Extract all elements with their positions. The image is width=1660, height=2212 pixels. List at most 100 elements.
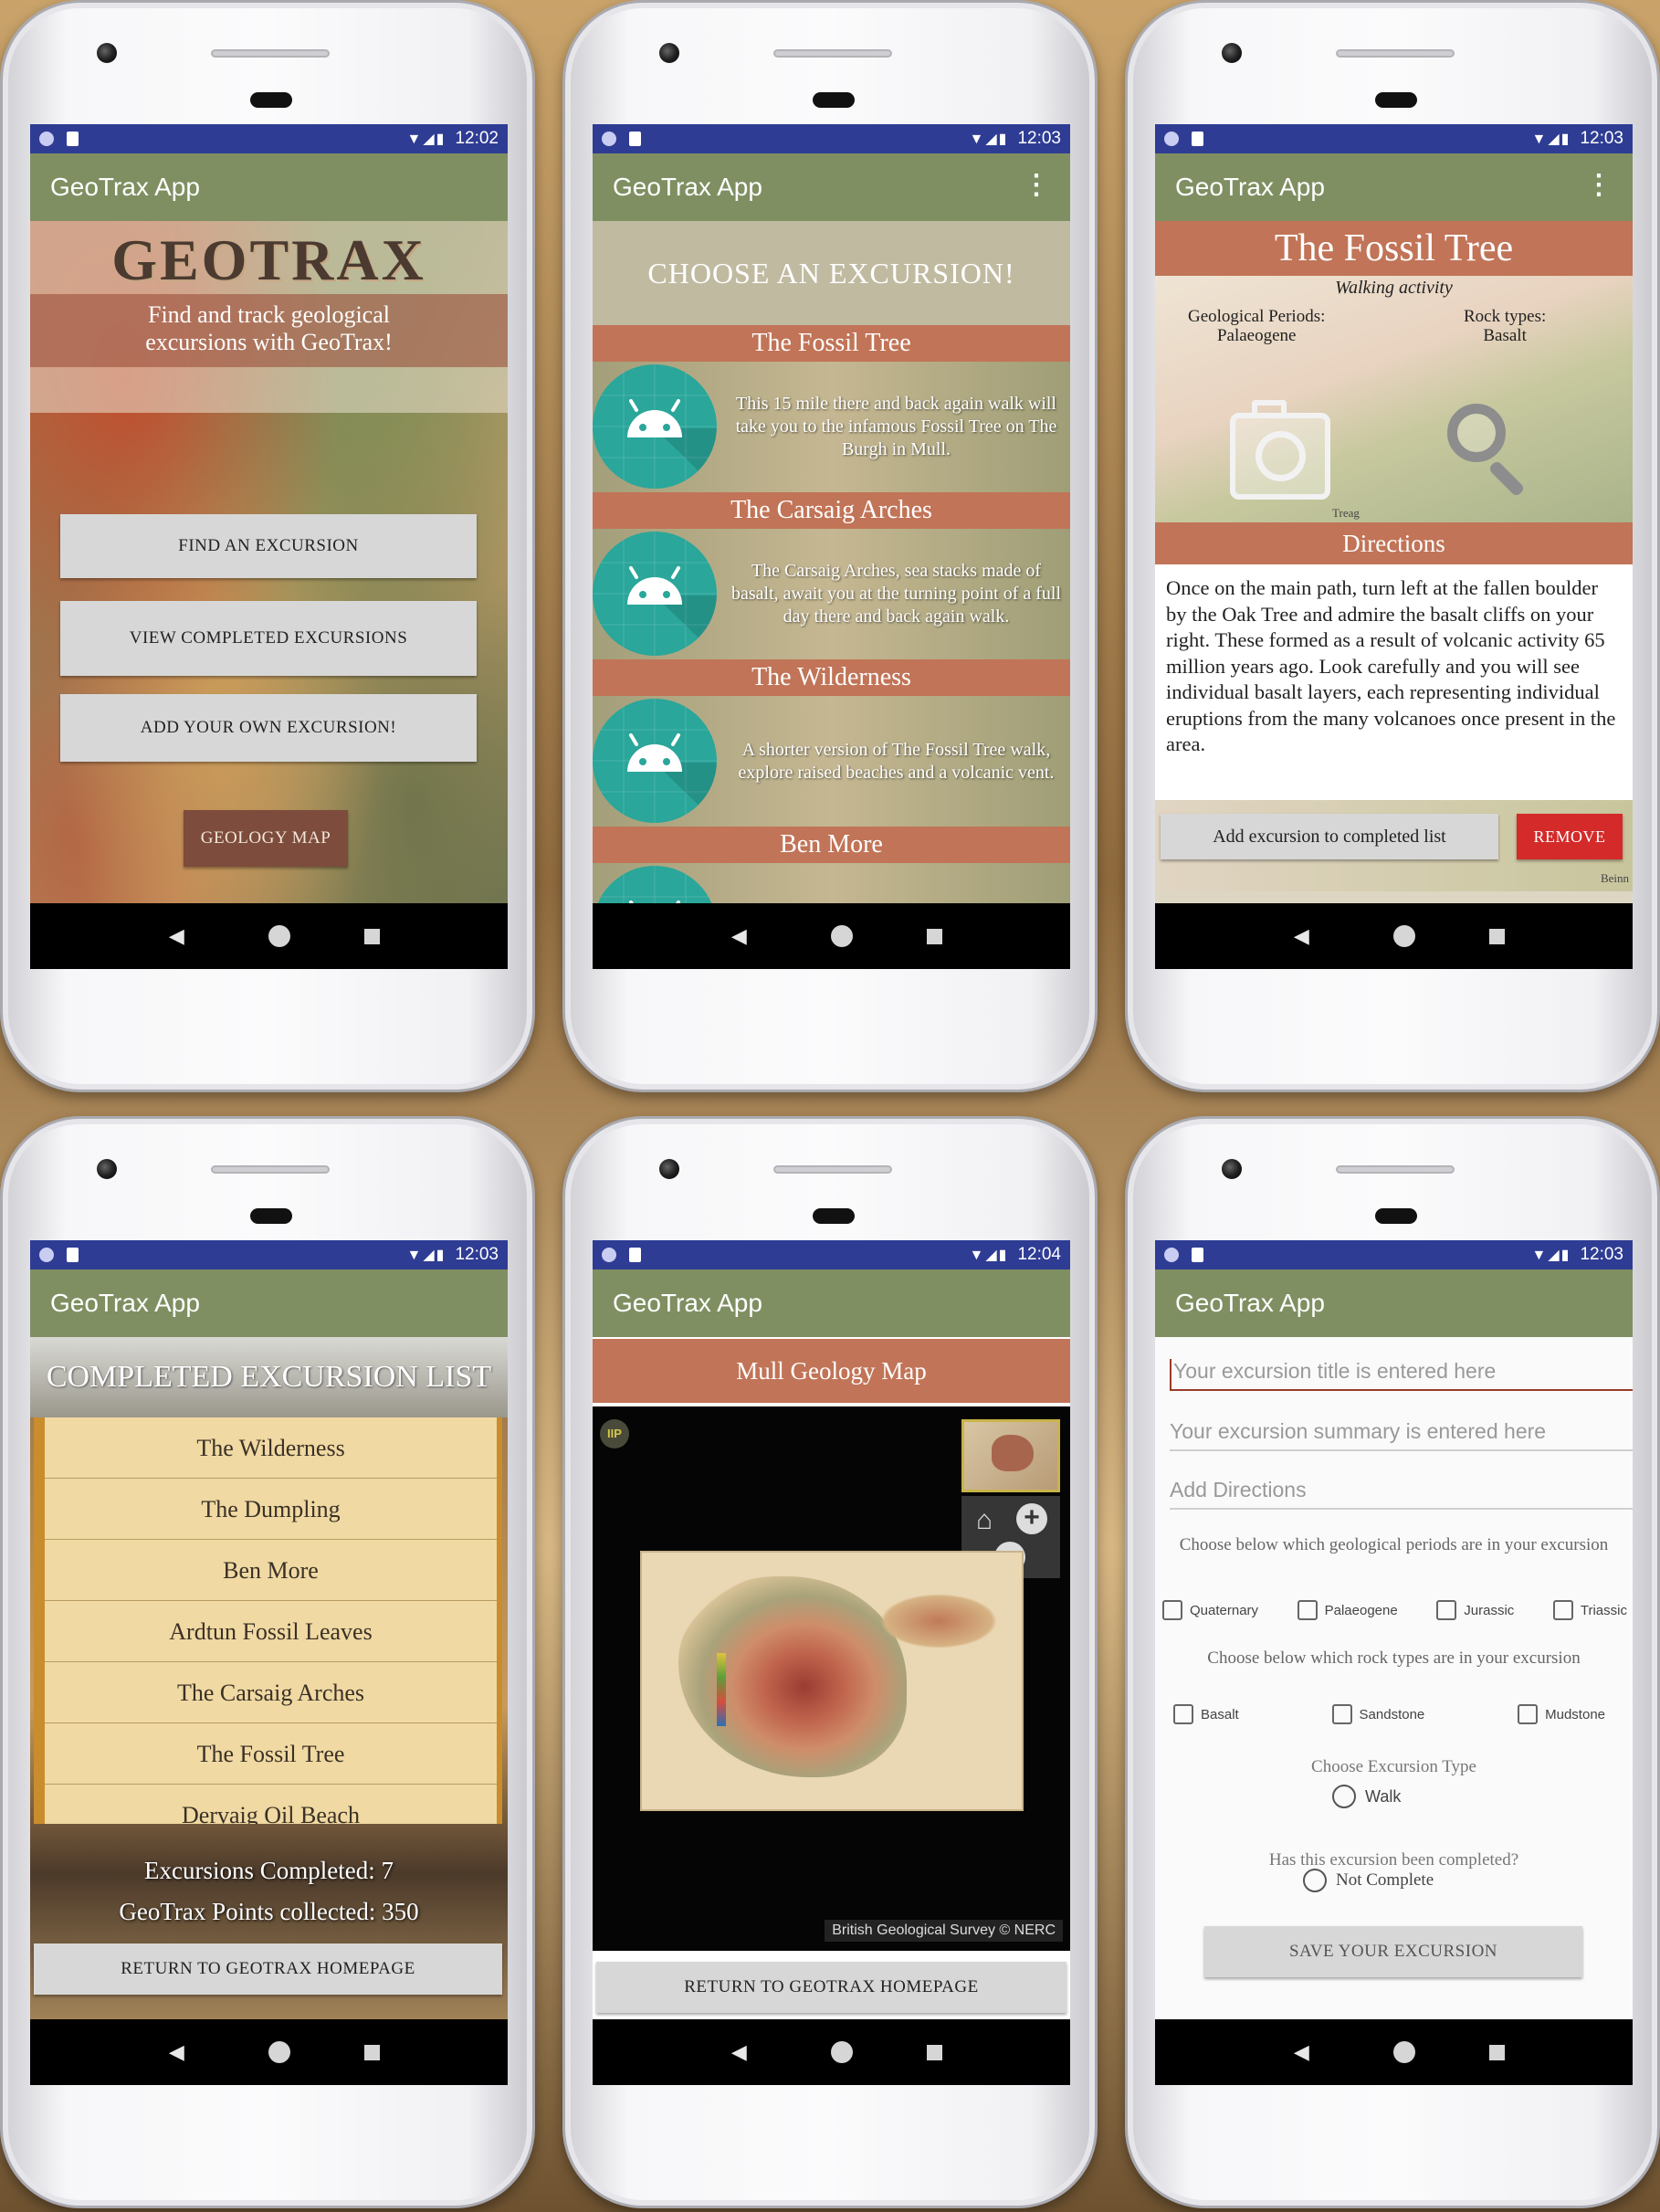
checkbox-box[interactable] <box>1162 1600 1182 1620</box>
notification-icon <box>1164 132 1179 146</box>
rocks-checkboxes: Basalt Sandstone Mudstone <box>1173 1704 1605 1724</box>
directions-text: Once on the main path, turn left at the … <box>1155 564 1633 800</box>
checkbox-mudstone[interactable]: Mudstone <box>1518 1704 1605 1724</box>
map-label: Beinn <box>1600 871 1629 885</box>
back-triangle-icon[interactable]: ◀ <box>158 2040 194 2064</box>
checkbox-jurassic[interactable]: Jurassic <box>1436 1600 1514 1620</box>
periods-prompt: Choose below which geological periods ar… <box>1179 1535 1609 1554</box>
back-triangle-icon[interactable]: ◀ <box>158 924 194 948</box>
checkbox-box[interactable] <box>1552 1600 1573 1620</box>
status-time: 12:03 <box>1017 129 1061 148</box>
earpiece-speaker <box>773 49 892 58</box>
back-triangle-icon[interactable]: ◀ <box>1283 924 1319 948</box>
view-completed-button[interactable]: VIEW COMPLETED EXCURSIONS <box>60 601 477 676</box>
add-excursion-button[interactable]: ADD YOUR OWN EXCURSION! <box>60 694 477 762</box>
checkbox-triassic[interactable]: Triassic <box>1552 1600 1627 1620</box>
directions-field[interactable]: Add Directions <box>1170 1478 1633 1510</box>
app-title: GeoTrax App <box>50 1289 200 1317</box>
checkbox-box[interactable] <box>1173 1704 1193 1724</box>
excursion-title[interactable]: The Wilderness <box>593 659 1070 696</box>
excursion-card[interactable]: This 15 mile there and back again walk w… <box>593 362 1070 492</box>
app-title: GeoTrax App <box>50 173 200 201</box>
recents-square-icon[interactable] <box>1488 2044 1505 2060</box>
title-field[interactable]: Your excursion title is entered here <box>1170 1359 1633 1391</box>
home-circle-icon[interactable] <box>268 925 290 947</box>
back-triangle-icon[interactable]: ◀ <box>720 924 757 948</box>
zoom-in-icon[interactable]: + <box>1016 1503 1047 1534</box>
excursion-title[interactable]: The Fossil Tree <box>593 325 1070 362</box>
checkbox-label: Mudstone <box>1545 1706 1605 1722</box>
recents-square-icon[interactable] <box>1488 928 1505 944</box>
overflow-menu-icon[interactable]: ⋮ <box>1023 172 1050 199</box>
completed-list-item[interactable]: Ardtun Fossil Leaves <box>45 1601 497 1662</box>
home-circle-icon[interactable] <box>1392 2041 1415 2063</box>
checkbox-box[interactable] <box>1518 1704 1539 1724</box>
save-excursion-button[interactable]: SAVE YOUR EXCURSION <box>1204 1926 1582 1977</box>
app-title: GeoTrax App <box>613 173 762 201</box>
home-circle-icon[interactable] <box>830 925 853 947</box>
checkbox-box[interactable] <box>1297 1600 1318 1620</box>
radio-not-complete[interactable]: Not Complete <box>1303 1869 1434 1892</box>
completed-list-item[interactable]: The Fossil Tree <box>45 1723 497 1785</box>
back-triangle-icon[interactable]: ◀ <box>1283 2040 1319 2064</box>
geology-map-button[interactable]: GEOLOGY MAP <box>184 810 348 867</box>
back-triangle-icon[interactable]: ◀ <box>720 2040 757 2064</box>
summary-field[interactable]: Your excursion summary is entered here <box>1170 1419 1633 1451</box>
notification-icon <box>39 1248 54 1262</box>
sd-card-icon <box>1192 1248 1203 1262</box>
tagline-line-2: excursions with GeoTrax! <box>145 329 393 355</box>
checkbox-box[interactable] <box>1436 1600 1457 1620</box>
home-icon[interactable]: ⌂ <box>976 1505 993 1536</box>
checkbox-label: Triassic <box>1580 1602 1627 1618</box>
excursion-title[interactable]: The Carsaig Arches <box>593 492 1070 529</box>
radio-button[interactable] <box>1303 1869 1327 1892</box>
status-time: 12:03 <box>1580 1245 1623 1264</box>
excursion-description: The Carsaig Arches, sea stacks made of b… <box>730 561 1062 627</box>
home-circle-icon[interactable] <box>268 2041 290 2063</box>
status-time: 12:02 <box>455 129 499 148</box>
app-bar: GeoTrax App <box>30 153 508 221</box>
recents-square-icon[interactable] <box>926 928 942 944</box>
map-overview-thumbnail[interactable] <box>961 1419 1060 1492</box>
recents-square-icon[interactable] <box>926 2044 942 2060</box>
checkbox-palaeogene[interactable]: Palaeogene <box>1297 1600 1398 1620</box>
completed-list: The Wilderness The Dumpling Ben More Ardtun… <box>34 1417 502 1824</box>
completed-list-item[interactable]: The Wilderness <box>45 1417 497 1479</box>
excursion-card[interactable]: A shorter version of The Fossil Tree wal… <box>593 696 1070 827</box>
nav-bar: ◀ <box>1155 903 1633 969</box>
radio-walk[interactable]: Walk <box>1332 1785 1401 1808</box>
find-excursion-button[interactable]: FIND AN EXCURSION <box>60 514 477 578</box>
map-viewer[interactable]: IIP ⌂ + − British Geological Survey © NE… <box>593 1406 1070 1951</box>
return-home-button[interactable]: RETURN TO GEOTRAX HOMEPAGE <box>34 1943 502 1995</box>
completed-list-item[interactable]: The Dumpling <box>45 1479 497 1540</box>
nav-bar: ◀ <box>1155 2019 1633 2085</box>
radio-button[interactable] <box>1332 1785 1356 1808</box>
header-banner: GEOTRAX Find and track geological excurs… <box>30 221 508 413</box>
checkbox-label: Sandstone <box>1359 1706 1425 1722</box>
home-screen: ▼◢▮ 12:02 GeoTrax App GEOTRAX Find and tr… <box>30 124 508 969</box>
magnifier-icon[interactable] <box>1447 404 1526 498</box>
checkbox-quaternary[interactable]: Quaternary <box>1162 1600 1258 1620</box>
home-circle-icon[interactable] <box>830 2041 853 2063</box>
checkbox-sandstone[interactable]: Sandstone <box>1331 1704 1425 1724</box>
add-to-completed-button[interactable]: Add excursion to completed list <box>1161 814 1498 859</box>
completed-list-item[interactable]: Dervaig Oil Beach <box>45 1785 497 1824</box>
return-home-button[interactable]: RETURN TO GEOTRAX HOMEPAGE <box>596 1962 1066 2013</box>
recents-square-icon[interactable] <box>363 2044 380 2060</box>
signal-icon: ▼◢▮ <box>969 1248 1009 1263</box>
camera-icon[interactable] <box>1230 400 1330 500</box>
recents-square-icon[interactable] <box>363 928 380 944</box>
completed-list-item[interactable]: The Carsaig Arches <box>45 1662 497 1723</box>
completed-list-item[interactable]: Ben More <box>45 1540 497 1601</box>
status-bar: ▼◢▮ 12:03 <box>30 1240 508 1269</box>
remove-button[interactable]: REMOVE <box>1517 814 1623 859</box>
home-circle-icon[interactable] <box>1392 925 1415 947</box>
checkbox-box[interactable] <box>1331 1704 1352 1724</box>
excursion-card[interactable]: The Carsaig Arches, sea stacks made of b… <box>593 529 1070 659</box>
front-camera <box>1222 43 1242 63</box>
checkbox-basalt[interactable]: Basalt <box>1173 1704 1239 1724</box>
overflow-menu-icon[interactable]: ⋮ <box>1585 172 1613 199</box>
excursion-title[interactable]: Ben More <box>593 827 1070 863</box>
proximity-sensor <box>813 1208 855 1224</box>
phone-add: ▼◢▮ 12:03 GeoTrax App Your excursion titl… <box>1125 1116 1660 2208</box>
